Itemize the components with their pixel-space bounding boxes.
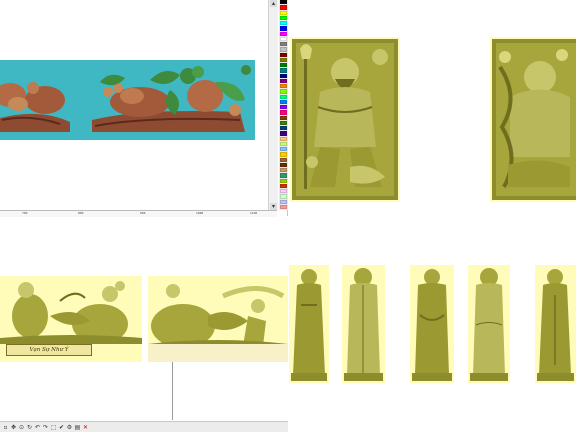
palette-swatch[interactable] xyxy=(280,199,287,204)
guan-yu-back-image xyxy=(492,39,576,200)
guan-yu-back-relief xyxy=(490,37,576,202)
palette-swatch[interactable] xyxy=(280,47,287,52)
palette-swatch[interactable] xyxy=(280,99,287,104)
horizontal-ruler: 700 800 900 1000 1100 xyxy=(0,210,277,217)
relief-carving-image xyxy=(0,65,251,132)
delete-icon[interactable]: ✕ xyxy=(82,424,89,431)
palette-swatch[interactable] xyxy=(280,10,287,15)
guan-yu-front-relief xyxy=(290,37,400,202)
palette-swatch[interactable] xyxy=(280,42,287,47)
palette-swatch[interactable] xyxy=(280,120,287,125)
scroll-down-icon[interactable]: ▾ xyxy=(270,203,277,210)
palette-swatch[interactable] xyxy=(280,141,287,146)
palette-swatch[interactable] xyxy=(280,131,287,136)
palette-swatch[interactable] xyxy=(280,89,287,94)
check-icon[interactable]: ✔ xyxy=(58,424,65,431)
guide-line xyxy=(172,362,173,420)
ruler-tick: 800 xyxy=(78,211,84,215)
palette-swatch[interactable] xyxy=(280,204,287,209)
statue-2 xyxy=(342,265,385,383)
ruler-tick: 700 xyxy=(22,211,28,215)
palette-swatch[interactable] xyxy=(280,68,287,73)
ruler-tick: 1100 xyxy=(250,211,258,215)
cad-window: ▴ ▾ 700 800 900 1000 1100 xyxy=(0,0,288,217)
guan-yu-front-image xyxy=(292,39,398,200)
palette-swatch[interactable] xyxy=(280,183,287,188)
palette-swatch[interactable] xyxy=(280,178,287,183)
palette-swatch[interactable] xyxy=(280,110,287,115)
palette-swatch[interactable] xyxy=(280,15,287,20)
palette-swatch[interactable] xyxy=(280,57,287,62)
color-palette[interactable] xyxy=(279,0,288,210)
select-icon[interactable]: ⬚ xyxy=(50,424,57,431)
palette-swatch[interactable] xyxy=(280,94,287,99)
statue-4-image xyxy=(470,268,508,381)
statue-5 xyxy=(535,265,576,383)
palette-swatch[interactable] xyxy=(280,31,287,36)
settings-icon[interactable]: ⚙ xyxy=(66,424,73,431)
palette-swatch[interactable] xyxy=(280,36,287,41)
new-icon[interactable]: ▫ xyxy=(2,424,9,431)
zoom-icon[interactable]: ⊙ xyxy=(18,424,25,431)
palette-swatch[interactable] xyxy=(280,168,287,173)
palette-swatch[interactable] xyxy=(280,152,287,157)
undo-icon[interactable]: ↶ xyxy=(34,424,41,431)
palette-swatch[interactable] xyxy=(280,173,287,178)
scroll-up-icon[interactable]: ▴ xyxy=(270,0,277,7)
vertical-scrollbar[interactable]: ▴ ▾ xyxy=(268,0,278,210)
ruler-tick: 900 xyxy=(140,211,146,215)
statue-4 xyxy=(468,265,510,383)
palette-swatch[interactable] xyxy=(280,78,287,83)
carved-relief-preview xyxy=(0,60,255,140)
palette-swatch[interactable] xyxy=(280,84,287,89)
palette-swatch[interactable] xyxy=(280,194,287,199)
palette-swatch[interactable] xyxy=(280,136,287,141)
ruler-tick: 1000 xyxy=(196,211,204,215)
palette-swatch[interactable] xyxy=(280,63,287,68)
drawing-canvas[interactable] xyxy=(0,0,277,210)
palette-swatch[interactable] xyxy=(280,115,287,120)
palette-swatch[interactable] xyxy=(280,189,287,194)
palette-swatch[interactable] xyxy=(280,105,287,110)
pan-icon[interactable]: ✥ xyxy=(10,424,17,431)
statue-1-image xyxy=(291,269,327,381)
palette-swatch[interactable] xyxy=(280,157,287,162)
statue-1 xyxy=(289,265,329,383)
palette-swatch[interactable] xyxy=(280,0,287,5)
statue-2-image xyxy=(344,268,383,381)
palette-swatch[interactable] xyxy=(280,73,287,78)
palette-swatch[interactable] xyxy=(280,162,287,167)
layer-icon[interactable]: ▤ xyxy=(74,424,81,431)
nameplate-text: Vạn Sự Như Ý xyxy=(6,344,92,356)
relief-base xyxy=(148,344,288,362)
redo-icon[interactable]: ↷ xyxy=(42,424,49,431)
bottom-toolbar: ▫ ✥ ⊙ ↻ ↶ ↷ ⬚ ✔ ⚙ ▤ ✕ xyxy=(0,421,288,432)
palette-swatch[interactable] xyxy=(280,5,287,10)
palette-swatch[interactable] xyxy=(280,26,287,31)
palette-swatch[interactable] xyxy=(280,147,287,152)
palette-swatch[interactable] xyxy=(280,52,287,57)
statue-5-image xyxy=(537,269,574,381)
palette-swatch[interactable] xyxy=(280,126,287,131)
rotate-icon[interactable]: ↻ xyxy=(26,424,33,431)
statue-3-image xyxy=(412,269,452,381)
statue-3 xyxy=(410,265,454,383)
palette-swatch[interactable] xyxy=(280,21,287,26)
